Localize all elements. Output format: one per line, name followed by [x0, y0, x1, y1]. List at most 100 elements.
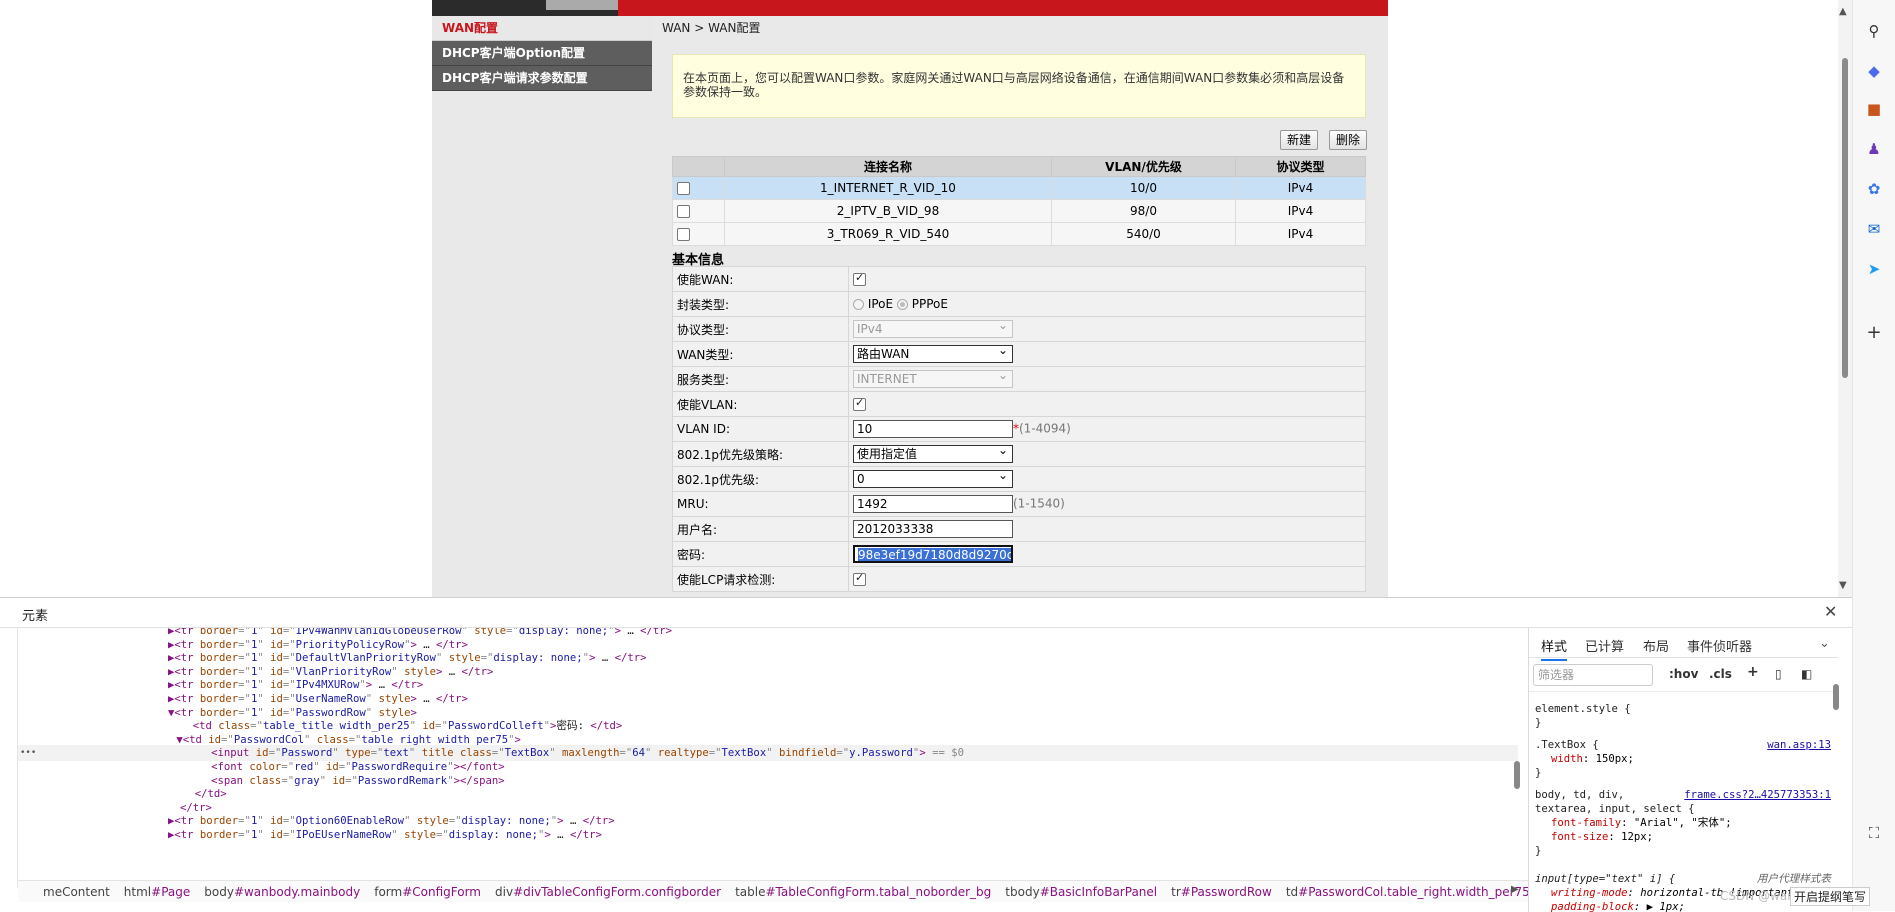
tag-icon[interactable]: ◆ [1865, 62, 1883, 80]
dom-token: </tr> [569, 829, 602, 841]
label-encap-type: 封装类型: [672, 291, 849, 317]
sidebar: WAN配置 DHCP客户端Option配置 DHCP客户端请求参数配置 [432, 16, 652, 597]
hover-state-toggle[interactable]: :hov [1669, 667, 1698, 681]
styles-scrollbar-thumb[interactable] [1833, 684, 1839, 710]
priority-policy-select[interactable]: 使用指定值 [853, 442, 1013, 463]
styles-filter-input[interactable]: 筛选器 [1533, 664, 1653, 686]
sidebar-item-dhcp-request[interactable]: DHCP客户端请求参数配置 [432, 66, 652, 91]
toolbox-icon[interactable]: ■ [1865, 100, 1883, 118]
row-checkbox[interactable] [677, 182, 690, 195]
dom-token: </tr> [582, 815, 615, 828]
dom-tree-scrollbar[interactable] [1513, 631, 1521, 877]
row-checkbox[interactable] [677, 228, 690, 241]
games-icon[interactable]: ♟ [1865, 140, 1883, 158]
style-rule-element[interactable]: element.style { } [1535, 702, 1831, 730]
crumb-item[interactable]: body#wanbody.mainbody [197, 881, 367, 902]
protocol-select[interactable]: IPv4 [853, 317, 1013, 338]
ime-indicator[interactable]: 开启提纲笔写 [1790, 887, 1871, 906]
dom-tree[interactable]: ▶<tr border="1" id="IPv4WanMVlanIdGlobeU… [18, 628, 1528, 882]
header-checkbox-col [672, 156, 725, 177]
sidebar-item-wan-config[interactable]: WAN配置 [432, 16, 652, 41]
encap-ipoe-radio[interactable] [853, 299, 864, 310]
style-rule-font[interactable]: frame.css?2…425773353:1 body, td, div, t… [1535, 788, 1831, 858]
cell-connection-name[interactable]: 2_IPTV_B_VID_98 [724, 199, 1052, 223]
search-icon[interactable]: ⚲ [1865, 22, 1883, 40]
scroll-down-icon[interactable]: ▼ [1839, 580, 1847, 591]
crumb-item[interactable]: table#TableConfigForm.tabal_noborder_bg [728, 881, 998, 902]
devtools-header: 元素 ✕ [0, 598, 1852, 628]
chevron-down-icon[interactable]: ⌄ [1819, 636, 1830, 651]
dom-token: " [404, 815, 417, 828]
outlook-icon[interactable]: ✉ [1865, 220, 1883, 238]
tab-computed[interactable]: 已计算 [1585, 636, 1624, 655]
scroll-up-icon[interactable]: ▲ [1839, 6, 1847, 17]
more-options-icon[interactable]: ••• [20, 745, 36, 761]
delete-button[interactable]: 删除 [1329, 130, 1368, 150]
table-row[interactable]: 3_TR069_R_VID_540 540/0 IPv4 [672, 222, 1366, 246]
lcp-detect-checkbox[interactable] [853, 571, 866, 586]
form-row-priority-policy: 802.1p优先级策略: 使用指定值 [672, 441, 1366, 467]
dom-token: =" [282, 829, 296, 841]
crumb-id: #Page [151, 885, 191, 899]
crumb-item[interactable]: tr#PasswordRow [1164, 881, 1279, 902]
enable-wan-checkbox[interactable] [853, 271, 866, 286]
class-toggle[interactable]: .cls [1709, 667, 1732, 681]
add-icon[interactable]: + [1865, 324, 1883, 342]
service-type-select[interactable]: INTERNET [853, 367, 1013, 388]
source-link[interactable]: wan.asp:13 [1767, 738, 1831, 752]
close-icon[interactable]: ✕ [1824, 602, 1837, 621]
crumb-item[interactable]: div#divTableConfigForm.configborder [488, 881, 728, 902]
source-link[interactable]: frame.css?2…425773353:1 [1684, 788, 1831, 802]
crumb-tag: html [123, 885, 152, 899]
form-row-enable-vlan: 使能VLAN: [672, 391, 1366, 417]
dom-node-line[interactable]: ▶<tr border="1" id="IPoEUserNameRow" sty… [18, 827, 1518, 843]
fit-screen-icon[interactable]: ⛶ [1865, 824, 1883, 842]
nav-tab-inactive[interactable] [546, 0, 618, 10]
devtools-panel: 元素 ✕ ▶<tr border="1" id="IPv4WanMVlanIdG… [0, 597, 1852, 912]
username-input[interactable]: 2012033338 [853, 520, 1013, 538]
dom-token: id [422, 720, 436, 733]
dom-token: red [294, 761, 314, 773]
crumb-item[interactable]: tbody#BasicInfoBarPanel [998, 881, 1164, 902]
tab-event-listeners[interactable]: 事件侦听器 [1687, 636, 1752, 655]
priority-select[interactable]: 0 [853, 467, 1013, 488]
cell-connection-name[interactable]: 3_TR069_R_VID_540 [724, 222, 1052, 246]
sidebar-toggle-icon[interactable]: ◧ [1801, 667, 1812, 681]
dom-token: " [257, 829, 271, 841]
crumb-item[interactable]: meContent [36, 881, 117, 902]
enable-vlan-checkbox[interactable] [853, 396, 866, 411]
cell-connection-name[interactable]: 1_INTERNET_R_VID_10 [724, 176, 1052, 200]
cell-protocol: IPv4 [1235, 199, 1366, 223]
new-rule-icon[interactable]: + [1747, 664, 1759, 680]
table-row[interactable]: 2_IPTV_B_VID_98 98/0 IPv4 [672, 199, 1366, 223]
page-scrollbar-thumb[interactable] [1842, 58, 1848, 378]
password-input[interactable]: 98e3ef19d7180d8d9270ca3 [853, 545, 1013, 563]
dom-token: =" [370, 747, 384, 760]
dom-token: id [325, 761, 339, 773]
table-row[interactable]: 1_INTERNET_R_VID_10 10/0 IPv4 [672, 176, 1366, 200]
page-scrollbar[interactable]: ▲ ▼ [1838, 0, 1852, 597]
wan-type-select[interactable]: 路由WAN [853, 342, 1013, 363]
styles-scrollbar[interactable] [1832, 678, 1840, 878]
sidebar-item-dhcp-option[interactable]: DHCP客户端Option配置 [432, 41, 652, 66]
dom-tree-scrollbar-thumb[interactable] [1514, 761, 1520, 789]
row-checkbox[interactable] [677, 205, 690, 218]
new-button[interactable]: 新建 [1280, 130, 1319, 150]
crumb-scroll-right-icon[interactable]: ▶ [1511, 884, 1519, 895]
dom-token: =" [282, 679, 296, 692]
tab-layout[interactable]: 布局 [1643, 636, 1669, 655]
send-icon[interactable]: ➤ [1865, 260, 1883, 278]
crumb-item[interactable]: form#ConfigForm [367, 881, 488, 902]
vlan-id-input[interactable]: 10 [853, 420, 1013, 438]
crumb-item[interactable]: td#PasswordCol.table_right.width_per75 [1279, 881, 1528, 902]
elements-panel-title[interactable]: 元素 [22, 605, 48, 624]
crumb-item[interactable]: html#Page [117, 881, 197, 902]
mru-input[interactable]: 1492 [853, 495, 1013, 513]
copilot-icon[interactable]: ✿ [1865, 180, 1883, 198]
paint-icon[interactable]: ▯ [1775, 667, 1782, 681]
dom-token: id [332, 774, 346, 787]
dom-token: <font [211, 761, 250, 773]
style-rule-textbox[interactable]: wan.asp:13 .TextBox { width: 150px; } [1535, 738, 1831, 780]
encap-pppoe-radio[interactable] [896, 299, 908, 310]
dom-token: =" [836, 747, 850, 760]
